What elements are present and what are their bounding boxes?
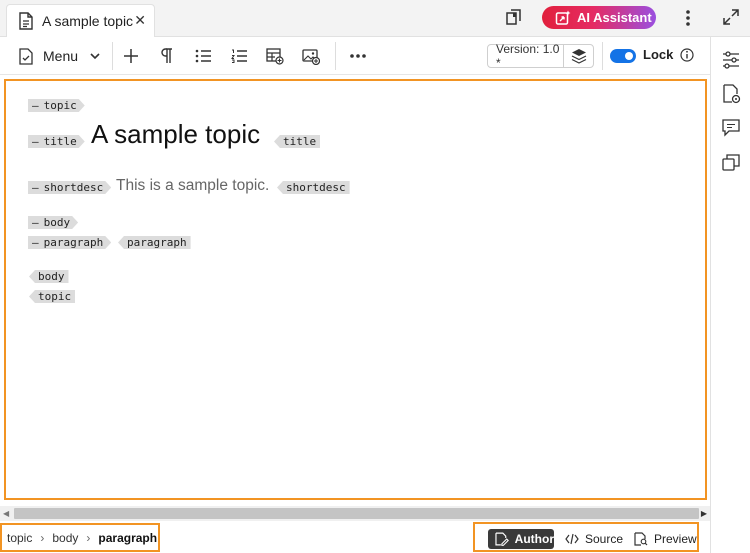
author-edit-icon bbox=[495, 532, 509, 546]
sliders-icon[interactable] bbox=[721, 50, 741, 70]
toolbar-divider bbox=[602, 42, 603, 70]
author-mode-button[interactable]: Author bbox=[488, 529, 554, 549]
code-icon bbox=[565, 533, 579, 545]
breadcrumb-item-topic[interactable]: topic bbox=[7, 531, 32, 545]
copy-icon[interactable] bbox=[505, 8, 523, 26]
numbered-list-icon bbox=[231, 49, 247, 63]
more-horizontal-icon bbox=[350, 54, 366, 58]
title-open-tag[interactable]: — title bbox=[28, 135, 85, 148]
author-mode-label: Author bbox=[514, 532, 554, 546]
ai-sparkle-icon bbox=[555, 10, 571, 25]
insert-image-icon bbox=[302, 48, 320, 65]
preview-mode-label: Preview bbox=[654, 532, 697, 546]
topic-title-text[interactable]: A sample topic bbox=[91, 119, 260, 150]
document-tab[interactable]: A sample topic ✕ bbox=[6, 4, 155, 37]
comments-icon[interactable] bbox=[721, 118, 741, 138]
chevron-down-icon bbox=[90, 53, 100, 60]
source-mode-button[interactable]: Source bbox=[563, 529, 623, 549]
document-icon bbox=[19, 12, 33, 30]
ai-assistant-button[interactable]: AI Assistant bbox=[542, 6, 656, 29]
horizontal-scrollbar[interactable]: ◀ ▶ bbox=[0, 506, 710, 521]
lock-toggle[interactable] bbox=[610, 49, 636, 63]
save-version-button[interactable] bbox=[564, 48, 593, 64]
toolbar-divider bbox=[112, 42, 113, 70]
lock-label: Lock bbox=[643, 47, 674, 62]
insert-element-button[interactable] bbox=[120, 45, 142, 67]
scrollbar-thumb[interactable] bbox=[14, 508, 699, 519]
paragraph-close-tag[interactable]: paragraph bbox=[118, 236, 191, 249]
plus-icon bbox=[124, 49, 138, 63]
breadcrumb-item-body[interactable]: body bbox=[52, 531, 78, 545]
ai-assistant-label: AI Assistant bbox=[577, 10, 652, 25]
copy-stack-icon[interactable] bbox=[721, 152, 741, 172]
breadcrumb-separator: › bbox=[86, 530, 91, 545]
file-settings-icon[interactable] bbox=[721, 84, 741, 104]
paragraph-open-tag[interactable]: — paragraph bbox=[28, 236, 111, 249]
breadcrumb-item-paragraph[interactable]: paragraph bbox=[98, 531, 157, 545]
source-mode-label: Source bbox=[585, 532, 624, 546]
body-close-tag[interactable]: body bbox=[29, 270, 69, 283]
breadcrumb-separator: › bbox=[40, 530, 45, 545]
right-panel-rail bbox=[710, 37, 750, 553]
insert-table-icon bbox=[266, 47, 284, 65]
version-stack-icon bbox=[571, 49, 586, 64]
bullet-list-icon bbox=[195, 49, 211, 63]
close-tab-button[interactable]: ✕ bbox=[134, 12, 146, 29]
document-tab-title: A sample topic bbox=[42, 13, 134, 29]
insert-image-button[interactable] bbox=[300, 45, 322, 67]
more-vertical-icon[interactable] bbox=[679, 8, 697, 28]
info-icon[interactable] bbox=[680, 48, 694, 62]
scroll-left-icon[interactable]: ◀ bbox=[3, 509, 9, 518]
scroll-right-icon[interactable]: ▶ bbox=[701, 509, 707, 518]
topic-close-tag[interactable]: topic bbox=[29, 290, 76, 303]
author-editor-canvas[interactable]: — topic — title A sample topic title — shor… bbox=[4, 79, 707, 500]
shortdesc-open-tag[interactable]: — shortdesc bbox=[28, 181, 111, 194]
version-label: Version: 1.0 * bbox=[496, 42, 560, 70]
title-bar: A sample topic ✕ AI Assistant bbox=[0, 0, 750, 37]
title-close-tag[interactable]: title bbox=[274, 135, 321, 148]
editor-toolbar: Menu Version: 1.0 * Lock bbox=[0, 37, 710, 75]
menu-button[interactable]: Menu bbox=[18, 44, 101, 68]
menu-label: Menu bbox=[43, 48, 79, 64]
shortdesc-text[interactable]: This is a sample topic. bbox=[116, 177, 269, 195]
shortdesc-close-tag[interactable]: shortdesc bbox=[277, 181, 350, 194]
insert-table-button[interactable] bbox=[264, 45, 286, 67]
toolbar-divider bbox=[335, 42, 336, 70]
numbered-list-button[interactable] bbox=[228, 45, 250, 67]
insert-paragraph-button[interactable] bbox=[156, 45, 178, 67]
view-mode-switcher: Author Source Preview bbox=[473, 522, 699, 552]
body-open-tag[interactable]: — body bbox=[28, 216, 78, 229]
version-control[interactable]: Version: 1.0 * bbox=[487, 42, 594, 70]
bulleted-list-button[interactable] bbox=[192, 45, 214, 67]
expand-icon[interactable] bbox=[722, 8, 740, 26]
more-options-button[interactable] bbox=[347, 45, 369, 67]
menu-document-icon bbox=[19, 47, 33, 65]
topic-open-tag[interactable]: — topic bbox=[28, 99, 85, 112]
breadcrumb: topic › body › paragraph bbox=[0, 523, 160, 552]
pilcrow-icon bbox=[161, 48, 172, 63]
preview-icon bbox=[634, 532, 648, 546]
preview-mode-button[interactable]: Preview bbox=[632, 529, 697, 549]
